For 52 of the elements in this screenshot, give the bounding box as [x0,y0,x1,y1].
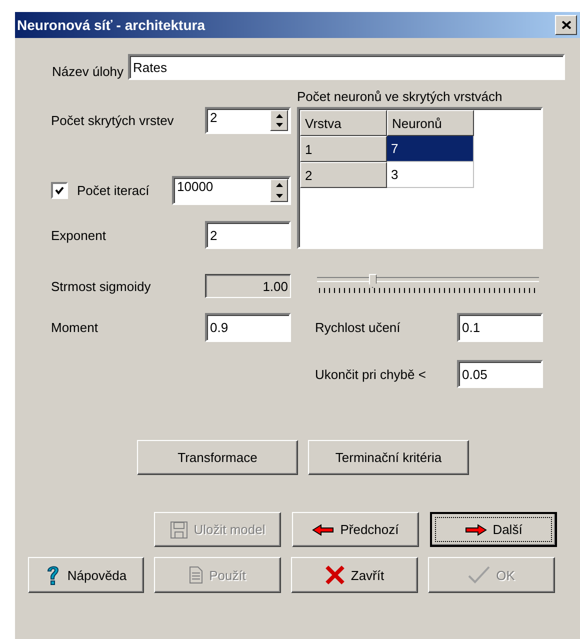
column-header[interactable]: Neuronů [387,110,474,136]
window-title: Neuronová síť - architektura [17,17,205,33]
field-label: Ukončit pri chybě < [315,366,427,382]
left-arrow-icon [312,524,334,536]
row-header: 2 [300,162,387,188]
field-label: Počet skrytých vrstev [51,113,174,128]
field-label: Exponent [51,228,106,242]
floppy-icon [170,520,188,538]
button: OK [428,557,555,593]
checkbox-label: Počet iterací [77,183,150,198]
field-label: Moment [51,320,99,335]
checkbox[interactable] [51,182,68,199]
readonly-field: 1.00 [205,274,291,298]
close-button[interactable] [555,15,577,35]
button: Uložit model [154,512,281,547]
table-cell[interactable]: 7 [387,136,474,162]
button[interactable]: Další [430,512,557,547]
button[interactable]: Transformace [137,440,298,475]
right-arrow-icon [464,524,487,536]
field-label: Rychlost učení [315,320,402,335]
up-arrow-icon [276,114,282,118]
field-label: Strmost sigmoidy [51,278,152,294]
button[interactable]: Nápověda [28,557,144,593]
spin-buttons[interactable] [270,110,288,131]
check-mark-icon [468,566,490,584]
text-field[interactable]: 0.1 [457,313,543,342]
text-field[interactable]: 2 [205,221,291,249]
text-field[interactable]: Rates [128,54,565,80]
text-field[interactable]: 0.05 [457,360,543,388]
down-arrow-icon [276,194,282,198]
document-icon [189,566,204,584]
up-arrow-icon [276,183,282,188]
button[interactable]: Zavřít [291,557,418,593]
column-header[interactable]: Vrstva [300,110,387,136]
table-cell[interactable]: 3 [387,162,474,188]
row-header: 1 [300,136,387,162]
data-grid[interactable]: Vrstva Neuronů 1 7 2 3 [297,107,543,249]
question-mark-icon [45,564,62,586]
slider-thumb[interactable] [368,274,376,288]
table-title: Počet neuronů ve skrytých vrstvách [297,88,504,106]
check-icon [55,186,64,195]
field-label: Název úlohy [52,63,125,80]
button[interactable]: Předchozí [292,512,419,547]
button: Použít [154,557,281,593]
spin-box[interactable]: 2 [205,107,291,134]
text-field[interactable]: 0.9 [205,313,291,342]
spin-box[interactable]: 10000 [172,176,291,205]
x-mark-icon [324,565,345,585]
spin-buttons[interactable] [270,179,288,202]
close-icon [562,21,570,29]
button[interactable]: Terminační kritéria [308,440,469,475]
down-arrow-icon [276,123,282,128]
